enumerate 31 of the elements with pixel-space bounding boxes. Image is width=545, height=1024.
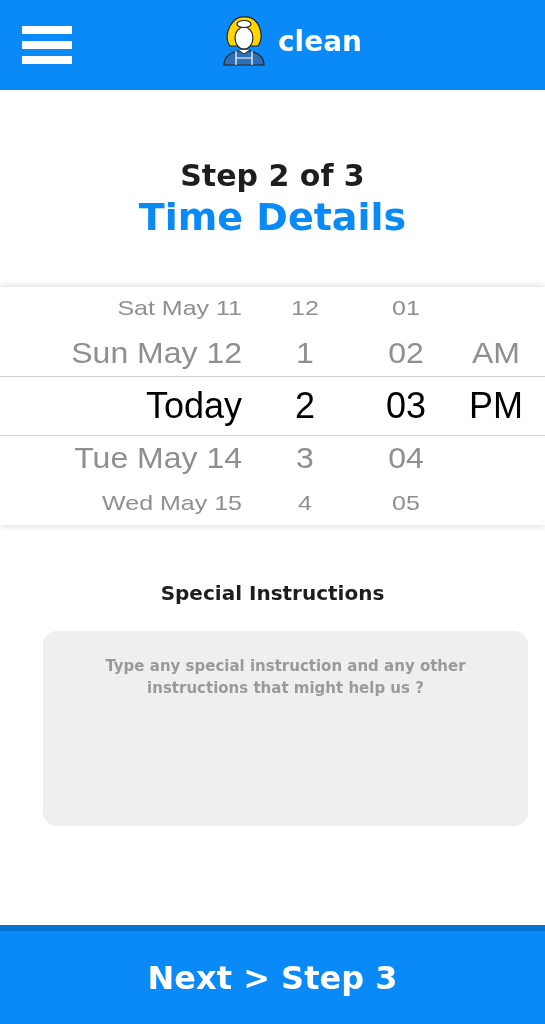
minute-option[interactable]: 04 (365, 441, 447, 477)
date-option[interactable]: Today (0, 385, 245, 427)
selected-picker-row[interactable]: Today 2 03 PM (0, 376, 545, 436)
step-counter: Step 2 of 3 (180, 158, 365, 193)
brand-name: clean (278, 24, 362, 58)
date-option[interactable]: Tue May 14 (0, 441, 245, 477)
minute-option[interactable]: 01 (365, 296, 447, 320)
hour-option[interactable]: 4 (245, 492, 365, 516)
hour-option[interactable]: 12 (245, 296, 365, 320)
date-option[interactable]: Sat May 11 (0, 296, 245, 320)
date-option[interactable]: Sun May 12 (0, 335, 245, 371)
hour-option[interactable]: 1 (245, 335, 365, 371)
date-option[interactable]: Wed May 15 (0, 492, 245, 516)
minute-option[interactable]: 03 (365, 385, 447, 427)
period-option[interactable]: AM (447, 335, 545, 371)
next-step-button[interactable]: Next > Step 3 (0, 925, 545, 1024)
menu-icon[interactable] (22, 26, 72, 64)
instructions-label: Special Instructions (159, 581, 386, 605)
minute-option[interactable]: 05 (365, 492, 447, 516)
hour-option[interactable]: 3 (245, 441, 365, 477)
date-time-picker[interactable]: Sat May 11 12 01 Sun May 12 1 02 AM Today 2 03 PM Tue May 14 3 04 Wed May 15 4 05 (0, 287, 545, 525)
hour-option[interactable]: 2 (245, 385, 365, 427)
picker-row[interactable]: Sun May 12 1 02 AM (0, 329, 545, 377)
picker-row[interactable]: Tue May 14 3 04 (0, 435, 545, 483)
cleaner-avatar-icon (222, 16, 266, 66)
picker-row[interactable]: Wed May 15 4 05 (0, 482, 545, 525)
instructions-field[interactable]: Type any special instruction and any other instructions that might help us ? (43, 631, 528, 826)
page-title: Time Details (138, 195, 407, 239)
minute-option[interactable]: 02 (365, 335, 447, 371)
picker-row[interactable]: Sat May 11 12 01 (0, 287, 545, 330)
period-option[interactable]: PM (447, 385, 545, 427)
